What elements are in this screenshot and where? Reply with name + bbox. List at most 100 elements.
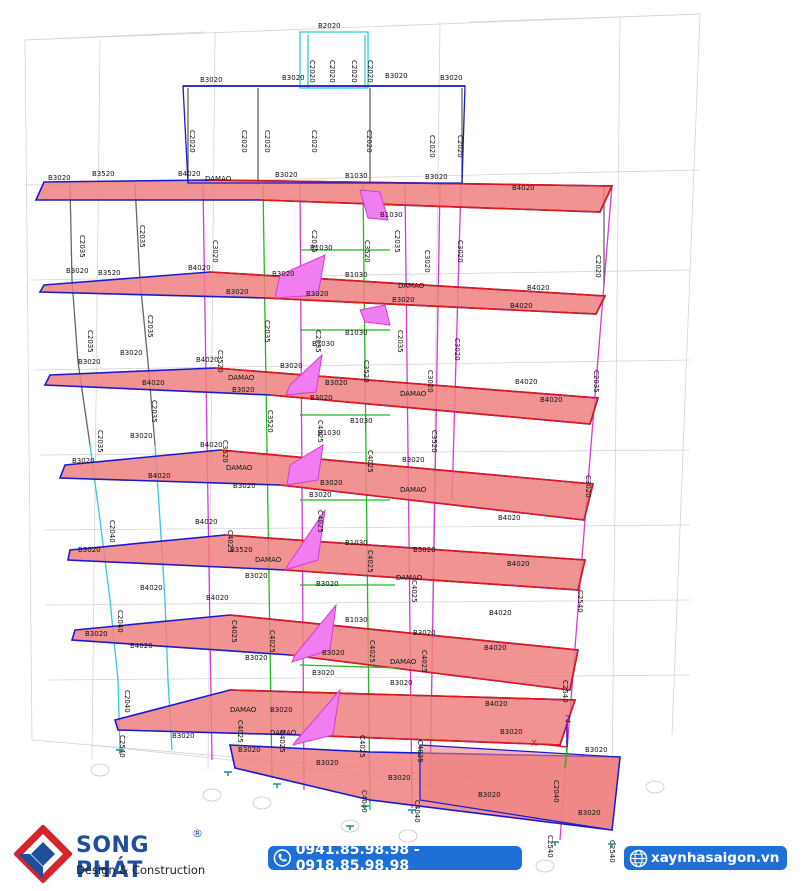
beam-label: B3020 (78, 546, 101, 554)
column-label: C3520 (430, 430, 438, 453)
beam-label: B1030 (345, 329, 368, 337)
column-label: C4025 (278, 730, 286, 753)
grid-line (24, 39, 33, 741)
beam-label: B1030 (345, 172, 368, 180)
beam-label: B4020 (188, 264, 211, 272)
column-label: C2035 (146, 315, 154, 338)
beam-label: DAMAO (226, 464, 253, 472)
column-label: C3520 (266, 410, 274, 433)
stair-flight (286, 444, 324, 486)
column-label: C2040 (552, 780, 560, 803)
grid-bubble (90, 763, 110, 777)
brand-tagline: Design & Construction (76, 863, 206, 877)
beam-label: B3020 (390, 679, 413, 687)
column-label: C2040 (108, 520, 116, 543)
column-label: C2020 (594, 255, 602, 278)
beam-label: B3520 (98, 269, 121, 277)
beam-label: B3020 (392, 296, 415, 304)
beam-label: B4020 (484, 644, 507, 652)
beam-label: B3020 (172, 732, 195, 740)
column-label: C2035 (138, 225, 146, 248)
beam-label: B4020 (485, 700, 508, 708)
beam-label: B1030 (345, 616, 368, 624)
beam-label: B3020 (130, 432, 153, 440)
column-label: C2040 (116, 610, 124, 633)
beam-label: B3020 (500, 728, 523, 736)
beam-label: B3020 (385, 72, 408, 80)
beam-label: B3020 (233, 482, 256, 490)
beam-label: DAMAO (205, 175, 232, 183)
song-phat-logo-icon (14, 825, 72, 883)
column-label: C3020 (453, 338, 461, 361)
registered-mark: ® (192, 827, 203, 840)
column-label: C2020 (308, 60, 316, 83)
x-axis-label: X (531, 739, 537, 749)
beam-label: B3020 (270, 706, 293, 714)
column-label: C2035 (78, 235, 86, 258)
beam-label: DAMAO (228, 374, 255, 382)
grid-line (611, 16, 621, 791)
column-label: C2020 (366, 60, 374, 83)
beam-label: B3020 (120, 349, 143, 357)
column-label: C2035 (86, 330, 94, 353)
column-label: C3020 (426, 370, 434, 393)
beam-label: B4020 (178, 170, 201, 178)
beam-label: B4020 (510, 302, 533, 310)
column-label: C2020 (240, 130, 248, 153)
column-label: C4025 (416, 740, 424, 763)
beam-label: B3020 (238, 746, 261, 754)
beam-label: DAMAO (398, 282, 425, 290)
column-label: C3520 (216, 350, 224, 373)
beam-label: B3020 (413, 546, 436, 554)
beam-label: DAMAO (400, 390, 427, 398)
column-label: C4025 (230, 620, 238, 643)
beam-label: B3020 (585, 746, 608, 754)
phone-icon (273, 849, 292, 867)
brand-logo[interactable]: SONG PHÁT ® Design & Construction (14, 825, 209, 883)
beam-label: B4020 (206, 594, 229, 602)
beam-label: B4020 (498, 514, 521, 522)
grid-bubble (645, 780, 665, 794)
column-label: C2540 (118, 735, 126, 758)
column-label: C2035 (96, 430, 104, 453)
footer-banner: SONG PHÁT ® Design & Construction 0941.8… (0, 815, 809, 891)
grid-line (91, 39, 101, 761)
beam-label: B3520 (92, 170, 115, 178)
beam-label: DAMAO (390, 658, 417, 666)
column-label: C3520 (221, 440, 229, 463)
beam-label: B3020 (232, 386, 255, 394)
beam-label: B3020 (85, 630, 108, 638)
grid-line (469, 13, 701, 23)
phone-contact-button[interactable]: 0941.85.98.98 - 0918.85.98.98 (268, 842, 522, 874)
column-label: C2540 (576, 590, 584, 613)
phone-numbers: 0941.85.98.98 - 0918.85.98.98 (295, 842, 420, 874)
column-label: C2035 (150, 400, 158, 423)
column-label: C4025 (366, 450, 374, 473)
column-label: C2020 (263, 130, 271, 153)
beam-label: B3020 (275, 171, 298, 179)
column-label: C2020 (328, 60, 336, 83)
beam-label: B4020 (200, 441, 223, 449)
column-label: C2020 (428, 135, 436, 158)
column-label: C3020 (211, 240, 219, 263)
beam-label: B3020 (309, 491, 332, 499)
beam-label: B3020 (272, 270, 295, 278)
grid-lines (24, 13, 701, 801)
beam-label: B4020 (142, 379, 165, 387)
grid-line (39, 449, 691, 456)
beam-label: DAMAO (255, 556, 282, 564)
beam-label: B4020 (515, 378, 538, 386)
beam-label: DAMAO (230, 706, 257, 714)
beam-label: B2020 (318, 22, 341, 30)
roof-frame (182, 31, 466, 184)
beam-label: B4020 (195, 518, 218, 526)
beam-label: B3020 (72, 457, 95, 465)
website-link[interactable]: xaynhasaigon.vn (624, 846, 787, 870)
beam-label: DAMAO (400, 486, 427, 494)
column-label: C4025 (358, 735, 366, 758)
column-label: C4025 (410, 580, 418, 603)
beam-label: B1030 (350, 417, 373, 425)
column-label: C2020 (456, 135, 464, 158)
column-label: C2035 (314, 330, 322, 353)
column-label: C2035 (393, 230, 401, 253)
